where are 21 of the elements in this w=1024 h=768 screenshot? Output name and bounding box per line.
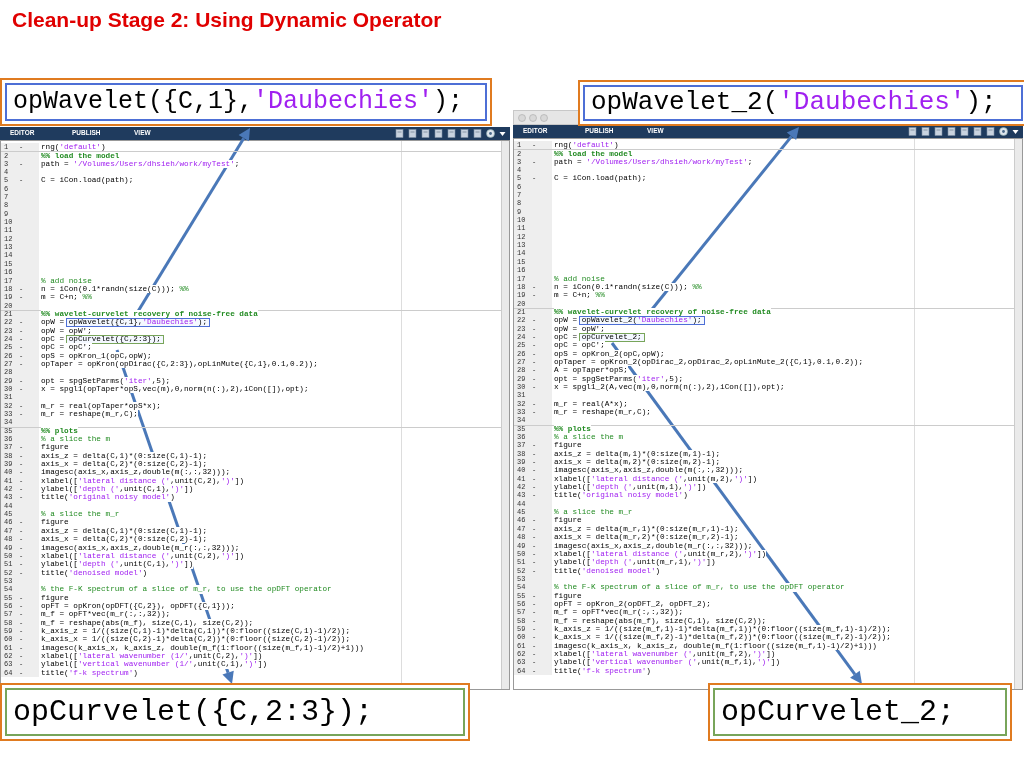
document-icon[interactable] bbox=[473, 129, 482, 138]
document-icon[interactable] bbox=[408, 129, 417, 138]
document-icon[interactable] bbox=[960, 127, 969, 136]
document-icon[interactable] bbox=[973, 127, 982, 136]
document-icon[interactable] bbox=[934, 127, 943, 136]
document-icon[interactable] bbox=[447, 129, 456, 138]
document-icon[interactable] bbox=[986, 127, 995, 136]
document-icon[interactable] bbox=[947, 127, 956, 136]
document-icon[interactable] bbox=[434, 129, 443, 138]
caret-icon[interactable] bbox=[499, 130, 506, 137]
code-snippet: opWavelet({C,1},'Daubechies'); bbox=[5, 83, 487, 121]
document-icon[interactable] bbox=[460, 129, 469, 138]
code-snippet: opCurvelet({C,2:3}); bbox=[5, 688, 465, 736]
slide-title: Clean-up Stage 2: Using Dynamic Operator bbox=[12, 7, 442, 32]
document-icon[interactable] bbox=[421, 129, 430, 138]
document-icon[interactable] bbox=[395, 129, 404, 138]
caret-icon[interactable] bbox=[1012, 128, 1019, 135]
document-icon[interactable] bbox=[908, 127, 917, 136]
code-snippet: opCurvelet_2; bbox=[713, 688, 1007, 736]
document-icon[interactable] bbox=[921, 127, 930, 136]
code-snippet: opWavelet_2('Daubechies'); bbox=[583, 85, 1023, 121]
